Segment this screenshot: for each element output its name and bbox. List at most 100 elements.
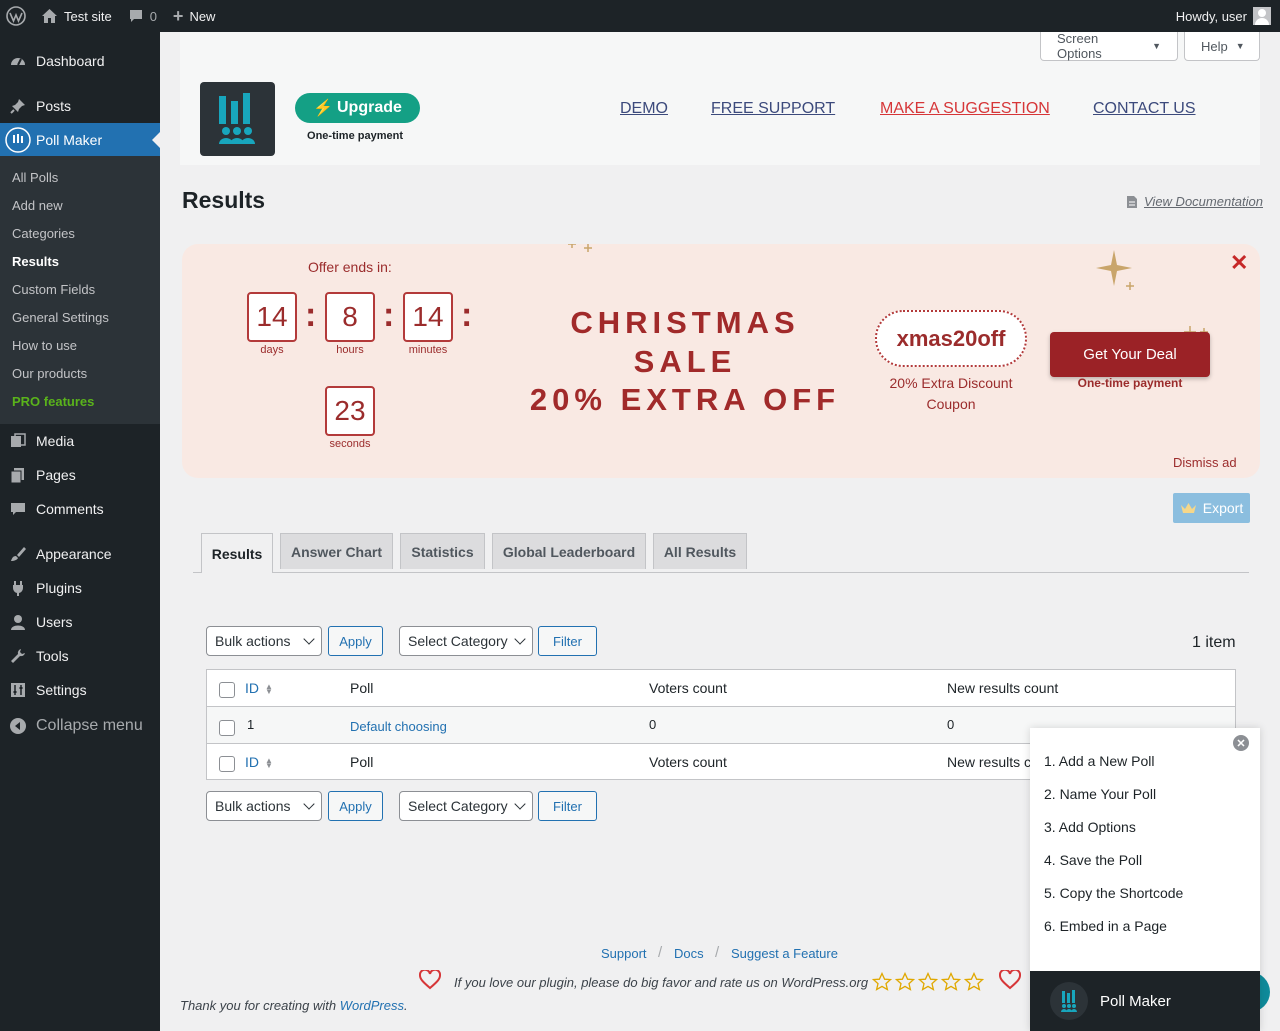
support-link[interactable]: Support [601, 946, 647, 961]
sidebar-item-users[interactable]: Users [0, 605, 160, 639]
collapse-menu-button[interactable]: Collapse menu [0, 709, 160, 743]
apply-button-bottom[interactable]: Apply [328, 791, 383, 821]
guide-step[interactable]: 2. Name Your Poll [1044, 786, 1156, 802]
submenu-all-polls[interactable]: All Polls [12, 170, 58, 185]
sidebar-item-tools[interactable]: Tools [0, 639, 160, 673]
filter-button[interactable]: Filter [538, 626, 597, 656]
make-suggestion-link[interactable]: MAKE A SUGGESTION [880, 100, 1050, 118]
star-icon[interactable] [918, 972, 938, 992]
submenu-pro-features[interactable]: PRO features [12, 394, 94, 409]
sidebar-item-dashboard[interactable]: Dashboard [0, 44, 160, 78]
star-icon[interactable] [964, 972, 984, 992]
suggest-feature-link[interactable]: Suggest a Feature [731, 946, 838, 961]
submenu-categories[interactable]: Categories [12, 226, 75, 241]
select-all-checkbox[interactable] [219, 756, 235, 772]
crown-icon [1180, 503, 1196, 513]
site-name-link[interactable]: Test site [33, 0, 120, 32]
sidebar-item-posts[interactable]: Posts [0, 89, 160, 123]
upgrade-button[interactable]: ⚡ Upgrade [295, 93, 420, 123]
export-button[interactable]: Export [1173, 493, 1250, 523]
thanks-suffix: . [404, 998, 408, 1013]
poll-maker-logo [200, 82, 275, 156]
my-account[interactable]: Howdy, user [1176, 7, 1280, 25]
select-all-checkbox[interactable] [219, 682, 235, 698]
table-header-row: ID ▲ ▼ Poll Voters count New results count [207, 670, 1235, 707]
apply-button[interactable]: Apply [328, 626, 383, 656]
chevron-down-icon [303, 633, 315, 645]
tab-results[interactable]: Results [201, 533, 273, 573]
screen-options-button[interactable]: Screen Options ▼ [1040, 31, 1178, 61]
wordpress-link[interactable]: WordPress [340, 998, 404, 1013]
star-icon[interactable] [941, 972, 961, 992]
submenu-results[interactable]: Results [12, 254, 59, 269]
dismiss-ad-link[interactable]: Dismiss ad [1173, 455, 1237, 470]
sidebar-item-pages[interactable]: Pages [0, 458, 160, 492]
sidebar-item-appearance[interactable]: Appearance [0, 537, 160, 571]
caret-down-icon: ▼ [1235, 41, 1245, 51]
sidebar-item-settings[interactable]: Settings [0, 673, 160, 707]
tab-global-leaderboard[interactable]: Global Leaderboard [492, 533, 646, 569]
contact-us-link[interactable]: CONTACT US [1093, 100, 1196, 118]
submenu-general-settings[interactable]: General Settings [12, 310, 109, 325]
guide-step[interactable]: 4. Save the Poll [1044, 852, 1142, 868]
caret-down-icon: ▼ [1152, 41, 1161, 51]
countdown-days: 14 [247, 292, 297, 342]
submenu-custom-fields[interactable]: Custom Fields [12, 282, 95, 297]
howdy-text: Howdy, user [1175, 8, 1247, 24]
row-poll-link[interactable]: Default choosing [350, 718, 447, 734]
wrench-icon [0, 647, 36, 665]
sidebar-item-plugins[interactable]: Plugins [0, 571, 160, 605]
comments-link[interactable]: 0 [120, 0, 165, 32]
chevron-down-icon [303, 798, 315, 810]
sidebar-item-poll-maker[interactable]: Poll Maker [0, 123, 160, 157]
countdown-colon: : [461, 296, 473, 334]
help-button[interactable]: Help ▼ [1184, 32, 1260, 61]
select-category-select-bottom[interactable]: Select Category [399, 791, 533, 821]
column-id-header[interactable]: ID ▲ ▼ [245, 680, 273, 696]
guide-step[interactable]: 6. Embed in a Page [1044, 918, 1167, 934]
wordpress-logo-icon[interactable] [0, 0, 33, 32]
rating-stars[interactable] [872, 972, 984, 992]
document-icon [1127, 195, 1137, 208]
countdown-minutes-label: minutes [408, 344, 448, 356]
comment-icon [0, 500, 36, 518]
guide-footer[interactable]: Poll Maker [1030, 971, 1260, 1031]
get-your-deal-button[interactable]: Get Your Deal [1050, 332, 1210, 377]
bulk-actions-select-bottom[interactable]: Bulk actions [206, 791, 322, 821]
submenu-add-new[interactable]: Add new [12, 198, 63, 213]
chevron-down-icon [514, 633, 526, 645]
close-icon[interactable]: ✕ [1233, 735, 1249, 751]
submenu-how-to-use[interactable]: How to use [12, 338, 77, 353]
coupon-code[interactable]: xmas20off [875, 310, 1027, 367]
star-icon[interactable] [895, 972, 915, 992]
guide-step[interactable]: 3. Add Options [1044, 819, 1136, 835]
sidebar-item-media[interactable]: Media [0, 424, 160, 458]
docs-link[interactable]: Docs [674, 946, 704, 961]
column-id-header[interactable]: ID ▲ ▼ [245, 754, 273, 770]
demo-link[interactable]: DEMO [620, 100, 668, 118]
upgrade-subtext: One-time payment [307, 130, 403, 142]
star-icon[interactable] [872, 972, 892, 992]
help-label: Help [1201, 38, 1228, 54]
tab-answer-chart[interactable]: Answer Chart [280, 533, 393, 569]
submenu-our-products[interactable]: Our products [12, 366, 87, 381]
row-checkbox[interactable] [219, 720, 235, 736]
rate-us-text: If you love our plugin, please do big fa… [454, 975, 869, 990]
close-icon[interactable]: ✕ [1230, 250, 1248, 276]
sidebar-item-comments[interactable]: Comments [0, 492, 160, 526]
filter-button-bottom[interactable]: Filter [538, 791, 597, 821]
guide-step[interactable]: 5. Copy the Shortcode [1044, 885, 1183, 901]
sort-icon: ▲ ▼ [265, 756, 273, 771]
new-content-link[interactable]: + New [165, 0, 224, 32]
bulk-actions-label: Bulk actions [215, 633, 291, 649]
view-documentation-link[interactable]: View Documentation [1126, 194, 1263, 209]
sidebar-item-label: Media [36, 433, 75, 449]
select-category-select[interactable]: Select Category [399, 626, 533, 656]
free-support-link[interactable]: FREE SUPPORT [711, 100, 835, 118]
tab-statistics[interactable]: Statistics [400, 533, 485, 569]
bulk-actions-select[interactable]: Bulk actions [206, 626, 322, 656]
tab-all-results[interactable]: All Results [653, 533, 747, 569]
guide-step[interactable]: 1. Add a New Poll [1044, 753, 1155, 769]
column-voters-header: Voters count [649, 754, 727, 770]
countdown-hours-label: hours [336, 344, 364, 356]
